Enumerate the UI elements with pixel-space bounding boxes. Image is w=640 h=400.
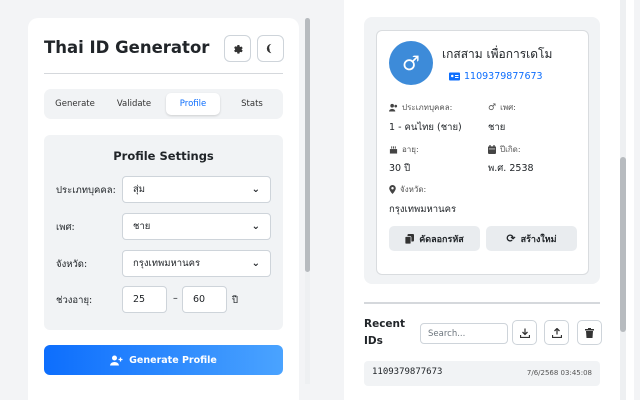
upload-button[interactable] <box>544 320 569 345</box>
person-type-info-value: 1 - คนไทย (ชาย) <box>389 122 462 133</box>
age-max-input[interactable]: 60 <box>182 286 227 313</box>
province-value: กรุงเทพมหานคร <box>133 258 201 269</box>
chevron-down-icon: ⌄ <box>251 184 260 195</box>
recent-search-input[interactable]: Search... <box>420 323 508 344</box>
profile-settings: Profile Settings ประเภทบุคคล: สุ่ม ⌄ เพศ… <box>44 135 283 330</box>
province-select[interactable]: กรุงเทพมหานคร ⌄ <box>122 250 271 277</box>
person-type-value: สุ่ม <box>133 184 146 195</box>
generate-profile-button[interactable]: Generate Profile <box>44 345 283 375</box>
chevron-down-icon: ⌄ <box>251 258 260 269</box>
tab-bar: Generate Validate Profile Stats <box>44 89 283 119</box>
settings-button[interactable] <box>224 35 251 62</box>
generator-panel: Thai ID Generator Generate Validate Prof… <box>28 18 299 400</box>
gear-icon <box>233 44 243 54</box>
theme-toggle-button[interactable] <box>257 35 284 62</box>
search-placeholder: Search... <box>428 328 466 339</box>
right-scrollbar-thumb[interactable] <box>620 157 626 332</box>
profile-panel: ♂ เกสสาม เพื่อการเดโม 1109379877673 ประเ… <box>344 0 634 400</box>
calendar-icon <box>488 145 496 154</box>
birth-year-info-value: พ.ศ. 2538 <box>488 163 534 174</box>
generate-profile-label: Generate Profile <box>129 354 217 366</box>
gender-info-value: ชาย <box>488 122 506 133</box>
age-info-label: อายุ: <box>389 143 419 156</box>
copy-icon <box>405 233 415 244</box>
recent-ids-title: Recent IDs <box>364 318 406 347</box>
age-unit: ปี <box>232 295 239 306</box>
tab-profile[interactable]: Profile <box>166 93 220 115</box>
province-label: จังหวัด: <box>56 259 88 270</box>
province-info-label: จังหวัด: <box>389 183 426 196</box>
refresh-icon: ⟳ <box>506 232 516 245</box>
id-card-icon <box>449 72 460 81</box>
profile-card: ♂ เกสสาม เพื่อการเดโม 1109379877673 ประเ… <box>376 30 589 275</box>
age-range-label: ช่วงอายุ: <box>56 295 93 306</box>
trash-icon <box>585 327 594 338</box>
regenerate-label: สร้างใหม่ <box>520 234 557 245</box>
person-type-label: ประเภทบุคคล: <box>56 185 116 196</box>
gender-select[interactable]: ชาย ⌄ <box>122 213 271 240</box>
gender-info-label: ♂ เพศ: <box>488 102 516 113</box>
province-info-value: กรุงเทพมหานคร <box>389 204 457 215</box>
settings-title: Profile Settings <box>113 149 214 163</box>
download-icon <box>519 328 530 338</box>
recent-id-value: 1109379877673 <box>372 367 443 377</box>
profile-id-value: 1109379877673 <box>464 71 543 82</box>
person-type-select[interactable]: สุ่ม ⌄ <box>122 176 271 203</box>
moon-icon <box>266 43 272 54</box>
male-avatar-icon: ♂ <box>389 41 433 85</box>
person-type-info-label: ประเภทบุคคล: <box>389 101 452 114</box>
left-scrollbar-thumb[interactable] <box>305 18 310 272</box>
copy-id-button[interactable]: คัดลอกรหัส <box>389 226 480 251</box>
age-info-value: 30 ปี <box>389 163 411 174</box>
profile-id[interactable]: 1109379877673 <box>449 71 543 82</box>
tab-stats[interactable]: Stats <box>225 93 279 115</box>
user-plus-icon <box>110 355 123 365</box>
download-button[interactable] <box>512 320 537 345</box>
delete-button[interactable] <box>577 320 602 345</box>
recent-id-row[interactable]: 1109379877673 7/6/2568 03:45:08 <box>364 361 600 386</box>
gender-value: ชาย <box>133 221 151 232</box>
regenerate-button[interactable]: ⟳ สร้างใหม่ <box>486 226 577 251</box>
map-pin-icon <box>389 185 396 194</box>
users-icon <box>389 103 398 112</box>
age-range-separator: – <box>173 293 178 304</box>
tab-generate[interactable]: Generate <box>48 93 102 115</box>
cake-icon <box>389 146 398 154</box>
male-icon: ♂ <box>488 102 497 113</box>
copy-id-label: คัดลอกรหัส <box>419 234 464 245</box>
gender-label: เพศ: <box>56 222 75 233</box>
birth-year-info-label: ปีเกิด: <box>488 143 521 156</box>
profile-name: เกสสาม เพื่อการเดโม <box>442 47 553 61</box>
tab-validate[interactable]: Validate <box>107 93 161 115</box>
age-min-input[interactable]: 25 <box>122 286 167 313</box>
section-divider <box>364 302 600 304</box>
app-title: Thai ID Generator <box>44 38 210 57</box>
upload-icon <box>551 327 562 338</box>
header-divider <box>44 73 283 74</box>
recent-id-date: 7/6/2568 03:45:08 <box>526 369 592 377</box>
chevron-down-icon: ⌄ <box>251 221 260 232</box>
